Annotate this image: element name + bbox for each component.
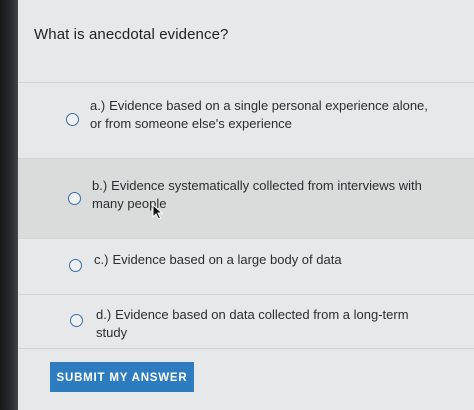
option-b-text: b.) Evidence systematically collected fro… [92,178,422,211]
radio-circle-icon[interactable] [70,314,83,327]
answer-option-b[interactable]: b.) Evidence systematically collected fro… [18,158,474,238]
question-text: What is anecdotal evidence? [34,26,229,43]
answer-option-c[interactable]: c.) Evidence based on a large body of dat… [18,238,474,294]
radio-circle-icon[interactable] [66,113,79,126]
mouse-pointer-icon [152,204,164,220]
option-c-text: c.) Evidence based on a large body of dat… [94,252,342,267]
answer-option-d[interactable]: d.) Evidence based on data collected from… [18,294,474,348]
option-d-text: d.) Evidence based on data collected from… [96,307,409,340]
radio-circle-icon[interactable] [69,259,82,272]
radio-circle-icon[interactable] [68,192,81,205]
option-a-text: a.) Evidence based on a single personal e… [90,98,428,131]
question-card: What is anecdotal evidence? a.) Evidence … [18,0,474,410]
footer-divider [18,348,474,349]
answer-option-a[interactable]: a.) Evidence based on a single personal e… [18,82,474,158]
background-edge [0,0,20,410]
submit-answer-button[interactable]: SUBMIT MY ANSWER [50,362,194,392]
